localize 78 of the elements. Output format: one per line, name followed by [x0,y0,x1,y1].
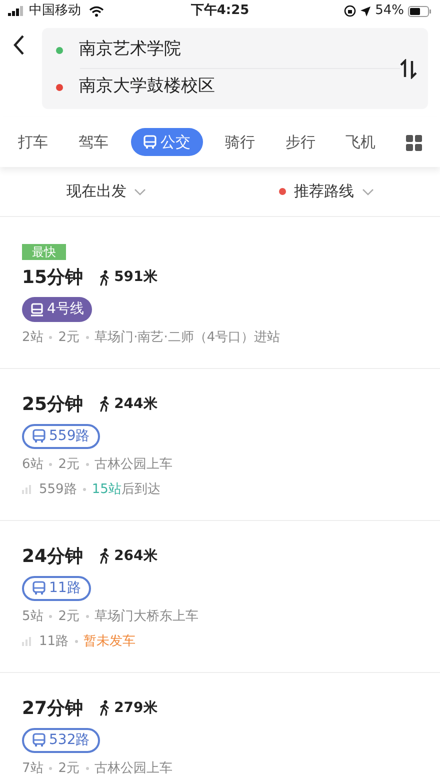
route-detail: 6站 [22,456,44,474]
fastest-tag: 最快 [22,244,66,260]
origin-field[interactable]: 南京艺术学院 [79,37,181,63]
arrival-status: 15站后到达 [92,481,160,499]
separator-dot [86,766,89,770]
separator-dot [82,488,86,492]
swap-button[interactable] [400,56,418,80]
destination-field[interactable]: 南京大学鼓楼校区 [79,74,215,100]
chevron-down-icon [134,188,146,196]
arrival-status: 暂未发车 [84,633,136,651]
walking-person-icon [99,270,110,286]
train-icon [30,302,44,316]
route-detail: 2元 [58,456,80,474]
origin-dot [56,46,63,54]
separator-dot [49,336,52,340]
battery-percentage: 54% [375,2,404,20]
realtime-signal-icon [22,485,31,494]
transport-tab[interactable]: 驾车 [70,128,116,156]
route-detail: 草场门·南艺·二师（4号口）进站 [94,329,280,347]
destination-dot [56,84,63,90]
bus-icon [32,429,46,443]
filter-dropdown[interactable]: 推荐路线 [272,179,380,204]
rotation-lock-icon [344,5,356,17]
separator-dot [49,462,52,466]
route-detail: 草场门大桥东上车 [94,608,199,626]
realtime-line: 11路 [39,633,69,651]
grid-icon [406,134,422,151]
route-card[interactable]: 24分钟 264米 11路 5站 2元 草场门大桥东上车 11路 暂未发车 [0,520,440,672]
transport-tab[interactable]: 打车 [10,128,56,156]
route-detail: 7站 [22,760,44,778]
route-detail: 5站 [22,608,44,626]
location-arrow-icon [360,6,372,16]
chevron-down-icon [362,188,374,196]
separator-dot [86,614,89,618]
bus-line-tag: 532路 [22,728,100,752]
walking-person-icon [99,548,110,564]
separator-dot [49,614,52,618]
wifi-icon [89,6,104,16]
walking-person-icon [99,396,110,412]
route-detail: 2元 [58,608,80,626]
walking-distance: 244米 [114,394,158,414]
separator-dot [86,336,89,340]
route-duration: 27分钟 [22,696,84,720]
walking-person-icon [99,700,110,716]
route-detail: 古林公园上车 [94,456,173,474]
transport-tab[interactable]: 飞机 [338,128,384,156]
metro-line-tag: 4号线 [22,297,92,322]
battery-icon [408,6,432,16]
carrier-name: 中国移动 [29,2,81,20]
route-detail: 古林公园上车 [94,760,173,778]
route-duration: 25分钟 [22,392,84,416]
separator-dot [49,766,52,770]
bus-icon [32,581,46,595]
route-detail: 2元 [58,329,80,347]
separator-dot [74,640,78,644]
transport-tab[interactable]: 步行 [277,128,324,156]
realtime-line: 559路 [39,481,77,499]
bus-line-tag: 11路 [22,576,91,600]
filter-dropdown[interactable]: 现在出发 [60,179,152,204]
route-duration: 15分钟 [22,266,84,290]
transport-tab[interactable]: 骑行 [216,128,263,156]
route-detail: 2站 [22,329,44,347]
realtime-signal-icon [22,637,31,646]
route-card[interactable]: 最快 15分钟 591米 4号线 2站 2元 草场门·南艺·二师（4号口）进站 [0,217,440,368]
clock-time: 下午4:25 [190,2,250,20]
separator-dot [86,462,89,466]
transport-tab[interactable]: 公交 [130,128,203,156]
walking-distance: 279米 [114,698,158,718]
route-duration: 24分钟 [22,544,84,568]
bus-icon [32,733,46,747]
bus-icon [142,135,157,149]
signal-icon [8,6,25,16]
route-card[interactable]: 25分钟 244米 559路 6站 2元 古林公园上车 559路 15站后到达 [0,368,440,520]
walking-distance: 264米 [114,546,158,566]
bus-line-tag: 559路 [22,424,100,448]
route-card[interactable]: 27分钟 279米 532路 7站 2元 古林公园上车 [0,672,440,782]
walking-distance: 591米 [114,268,158,287]
route-detail: 2元 [58,760,80,778]
